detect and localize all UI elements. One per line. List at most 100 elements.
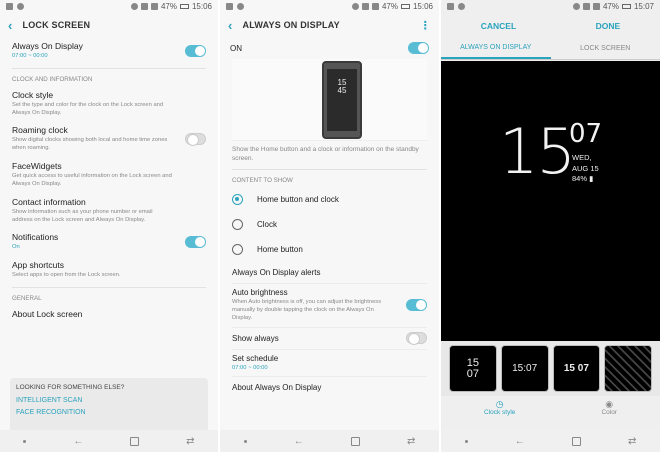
show-always-toggle[interactable]	[406, 332, 427, 346]
section-header: CONTENT TO SHOW	[232, 169, 427, 187]
setting-auto-brightness[interactable]: Auto brightness When Auto brightness is o…	[232, 284, 427, 328]
tab-lock-screen[interactable]: LOCK SCREEN	[551, 38, 660, 59]
radio-label: Clock	[257, 220, 278, 230]
setting-about-aod[interactable]: About Always On Display	[232, 377, 427, 398]
clock-thumb[interactable]: 15:07	[500, 345, 549, 392]
recents-icon[interactable]: ⇄	[407, 436, 415, 447]
setting-aod-alerts[interactable]: Always On Display alerts	[232, 262, 427, 285]
home-icon[interactable]	[350, 436, 360, 446]
radio-label: Home button and clock	[257, 195, 339, 205]
recents-icon[interactable]: ⇄	[628, 436, 636, 447]
setting-contact-info[interactable]: Contact information Show information such…	[12, 193, 206, 229]
done-button[interactable]: DONE	[596, 21, 621, 31]
back-icon[interactable]: ←	[294, 436, 304, 447]
setting-sub: On	[12, 244, 20, 251]
setting-title: Show always	[232, 333, 279, 343]
setting-title: Auto brightness	[232, 288, 288, 298]
dot-icon[interactable]	[464, 439, 468, 443]
back-icon[interactable]: ←	[73, 436, 83, 447]
clock-style-icon: ◷	[495, 399, 504, 409]
battery-icon	[400, 4, 410, 9]
more-options-icon[interactable]: ⋮	[420, 19, 431, 32]
home-icon[interactable]	[571, 436, 581, 446]
preview-hour: 15	[499, 115, 576, 188]
radio-icon	[232, 219, 243, 231]
signal-icon	[371, 3, 379, 10]
gallery-icon	[447, 3, 454, 10]
master-switch-row[interactable]: ON	[220, 37, 439, 59]
cancel-button[interactable]: CANCEL	[481, 21, 516, 31]
setting-clock-style[interactable]: Clock style Set the type and color for th…	[12, 86, 206, 122]
preview-date: WED, AUG 15 84% ▮	[572, 153, 599, 185]
setting-app-shortcuts[interactable]: App shortcuts Select apps to open from th…	[12, 256, 206, 284]
aod-toggle[interactable]	[185, 44, 206, 57]
preview-day: WED,	[572, 153, 592, 162]
radio-label: Home button	[257, 245, 303, 255]
radio-home-button-and-clock[interactable]: Home button and clock	[220, 187, 439, 212]
setting-title: Always On Display alerts	[232, 268, 321, 278]
signal-icon	[150, 3, 158, 10]
preview-time: 15 45	[327, 78, 357, 96]
home-icon[interactable]	[130, 436, 140, 446]
dot-icon[interactable]	[243, 439, 247, 443]
setting-show-always[interactable]: Show always	[232, 328, 427, 350]
back-icon[interactable]: ←	[515, 436, 525, 447]
clock-thumb[interactable]: 15 07	[449, 345, 497, 392]
notifications-toggle[interactable]	[185, 236, 206, 249]
battery-icon	[621, 4, 631, 9]
status-bar: 47% 15:06	[220, 0, 439, 13]
preview-minute: 07	[569, 119, 603, 149]
setting-title: FaceWidgets	[12, 161, 62, 172]
setting-title: Contact information	[12, 196, 86, 207]
setting-notifications[interactable]: Notifications On	[12, 228, 206, 256]
action-bar: CANCEL DONE	[441, 13, 660, 38]
battery-percent: 47%	[160, 2, 177, 11]
master-toggle[interactable]	[408, 42, 429, 54]
setting-sub: Show digital clocks showing both local a…	[12, 137, 168, 152]
option-label: Clock style	[484, 409, 516, 416]
roaming-toggle[interactable]	[185, 133, 206, 147]
preview-date-value: AUG 15	[572, 163, 599, 173]
palette-icon: ◉	[605, 399, 614, 409]
settings-list: Always On Display 07:00 ~ 00:00 CLOCK AND…	[0, 37, 218, 323]
preview-area: 15 45	[232, 59, 427, 141]
back-arrow-icon[interactable]: ‹	[8, 19, 13, 32]
setting-title: Roaming clock	[12, 125, 68, 136]
setting-title: Always On Display	[12, 41, 83, 51]
style-options: ◷ Clock style ◉ Color	[441, 400, 660, 424]
option-clock-style[interactable]: ◷ Clock style	[484, 400, 515, 424]
dot-icon[interactable]	[23, 439, 27, 443]
setting-roaming-clock[interactable]: Roaming clock Show digital clocks showing…	[12, 121, 206, 157]
setting-sub: Set the type and color for the clock on …	[12, 101, 164, 116]
battery-percent: 47%	[602, 2, 619, 11]
setting-always-on-display[interactable]: Always On Display 07:00 ~ 00:00	[12, 37, 206, 65]
option-label: Color	[601, 409, 617, 416]
tab-always-on-display[interactable]: ALWAYS ON DISPLAY	[441, 38, 551, 59]
setting-about-lock-screen[interactable]: About Lock screen	[12, 305, 206, 323]
link-intelligent-scan[interactable]: INTELLIGENT SCAN	[16, 397, 202, 404]
radio-clock[interactable]: Clock	[220, 212, 439, 237]
preview-battery-value: 84%	[572, 174, 588, 183]
notification-icon	[458, 3, 465, 10]
status-bar: 47% 15:07	[441, 0, 660, 13]
option-color[interactable]: ◉ Color	[601, 400, 617, 424]
back-arrow-icon[interactable]: ‹	[228, 19, 233, 32]
clock-style-thumbnails: 15 07 15:07 15 07	[441, 341, 660, 396]
lock-screen-panel: 47% 15:06 ‹ LOCK SCREEN Always On Display 0…	[0, 0, 218, 452]
setting-title: About Lock screen	[12, 308, 83, 319]
clock-thumb[interactable]	[604, 345, 652, 392]
recents-icon[interactable]: ⇄	[186, 436, 194, 447]
suggestion-heading: LOOKING FOR SOMETHING ELSE?	[16, 384, 125, 391]
radio-home-button[interactable]: Home button	[220, 237, 439, 262]
signal-icon	[592, 3, 600, 10]
auto-brightness-toggle[interactable]	[406, 299, 427, 312]
status-bar: 47% 15:06	[0, 0, 218, 13]
setting-schedule[interactable]: Set schedule 07:00 ~ 00:00	[232, 350, 427, 378]
wifi-icon	[582, 3, 590, 10]
clock-thumb[interactable]: 15 07	[552, 345, 601, 392]
setting-title: About Always On Display	[232, 383, 322, 393]
setting-facewidgets[interactable]: FaceWidgets Get quick access to useful in…	[12, 157, 206, 193]
link-face-recognition[interactable]: FACE RECOGNITION	[16, 409, 202, 416]
aod-description: Show the Home button and a clock or info…	[232, 146, 419, 163]
setting-title: Clock style	[12, 89, 54, 100]
